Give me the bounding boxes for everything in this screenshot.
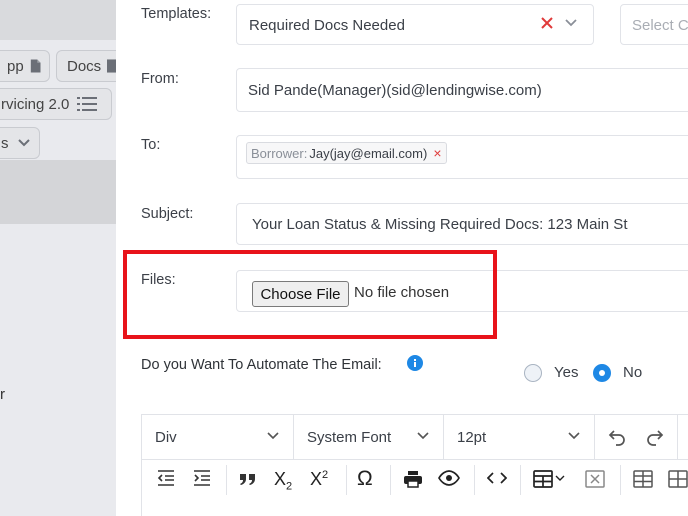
chevron-down-icon xyxy=(267,432,279,440)
subject-field[interactable]: Your Loan Status & Missing Required Docs… xyxy=(236,203,688,245)
to-field[interactable]: Borrower: Jay(jay@email.com) × xyxy=(236,135,688,179)
toolbar-divider xyxy=(226,465,227,495)
recipient-tag: Borrower: Jay(jay@email.com) × xyxy=(246,142,447,164)
from-label: From: xyxy=(141,71,179,87)
to-label: To: xyxy=(141,137,161,153)
font-size-select[interactable]: 12pt xyxy=(444,415,595,459)
document-icon xyxy=(107,59,116,73)
subject-value: Your Loan Status & Missing Required Docs… xyxy=(252,216,628,233)
block-format-value: Div xyxy=(155,428,177,446)
chevron-down-icon xyxy=(417,432,429,440)
chevron-down-icon xyxy=(17,139,30,147)
subscript-icon[interactable]: X2 xyxy=(274,469,292,493)
recipient-tag-value: Jay(jay@email.com) xyxy=(309,145,428,161)
clear-icon[interactable] xyxy=(540,16,554,30)
automate-no-label: No xyxy=(623,364,643,381)
remove-recipient-icon[interactable]: × xyxy=(433,145,441,161)
document-icon xyxy=(30,59,41,73)
chevron-down-icon[interactable] xyxy=(564,18,578,28)
recipient-tag-type: Borrower: xyxy=(251,145,308,161)
source-code-icon[interactable] xyxy=(487,471,507,485)
block-format-select[interactable]: Div xyxy=(142,415,294,459)
automate-yes-radio[interactable] xyxy=(524,364,542,382)
info-icon[interactable] xyxy=(407,355,423,371)
toolbar-divider xyxy=(677,415,678,459)
bg-tab-label: Docs xyxy=(67,57,102,75)
file-input[interactable]: Choose File No file chosen xyxy=(236,270,688,312)
templates-select[interactable]: Required Docs Needed xyxy=(236,4,594,45)
automate-yes-label: Yes xyxy=(554,364,579,381)
special-character-icon[interactable]: Ω xyxy=(357,467,373,491)
chevron-down-icon[interactable] xyxy=(555,475,565,482)
secondary-template-select[interactable]: Select C xyxy=(620,4,688,45)
automate-label: Do you Want To Automate The Email: xyxy=(141,357,382,373)
redo-icon[interactable] xyxy=(645,427,665,447)
secondary-template-placeholder: Select C xyxy=(632,17,688,34)
bg-tab-dropdown[interactable]: s xyxy=(0,127,40,159)
preview-icon[interactable] xyxy=(438,470,460,486)
table-column-icon[interactable] xyxy=(668,470,688,488)
from-field[interactable]: Sid Pande(Manager)(sid@lendingwise.com) xyxy=(236,68,688,112)
subject-label: Subject: xyxy=(141,206,194,222)
choose-file-button[interactable]: Choose File xyxy=(252,281,349,307)
font-family-select[interactable]: System Font xyxy=(294,415,444,459)
outdent-icon[interactable] xyxy=(156,469,176,487)
templates-value: Required Docs Needed xyxy=(249,17,405,34)
font-size-value: 12pt xyxy=(457,428,487,446)
superscript-icon[interactable]: X2 xyxy=(310,469,328,490)
font-family-value: System Font xyxy=(307,428,392,446)
toolbar-divider xyxy=(520,465,521,495)
delete-table-icon[interactable] xyxy=(585,470,605,488)
list-icon xyxy=(77,97,98,111)
editor-toolbar-primary: Div System Font 12pt xyxy=(142,415,688,460)
background-page: pp Docs rvicing 2.0 s r xyxy=(0,0,116,516)
templates-label: Templates: xyxy=(141,6,212,22)
toolbar-divider xyxy=(620,465,621,495)
background-band xyxy=(0,160,116,224)
bg-tab-servicing[interactable]: rvicing 2.0 xyxy=(0,88,112,120)
background-text: r xyxy=(0,386,5,403)
table-row-icon[interactable] xyxy=(633,470,653,488)
blockquote-icon[interactable] xyxy=(238,470,258,486)
editor-toolbar-secondary: X2 X2 Ω xyxy=(142,459,688,497)
indent-icon[interactable] xyxy=(192,469,212,487)
bg-tab-app[interactable]: pp xyxy=(0,50,50,82)
email-modal: Templates: Required Docs Needed Select C… xyxy=(116,0,688,516)
toolbar-divider xyxy=(390,465,391,495)
from-value: Sid Pande(Manager)(sid@lendingwise.com) xyxy=(248,82,542,99)
background-content xyxy=(0,224,116,516)
chevron-down-icon xyxy=(568,432,580,440)
bg-tab-label: pp xyxy=(7,57,24,75)
bg-tab-label: s xyxy=(1,134,9,152)
undo-icon[interactable] xyxy=(607,427,627,447)
toolbar-divider xyxy=(474,465,475,495)
bg-tab-label: rvicing 2.0 xyxy=(1,95,70,113)
automate-label-text: Do you Want To Automate The Email: xyxy=(141,357,382,373)
files-label: Files: xyxy=(141,272,176,288)
automate-no-radio[interactable] xyxy=(593,364,611,382)
print-icon[interactable] xyxy=(403,470,423,488)
bg-tab-docs[interactable]: Docs xyxy=(56,50,116,82)
background-header xyxy=(0,0,116,40)
table-icon[interactable] xyxy=(533,470,553,488)
toolbar-divider xyxy=(346,465,347,495)
rich-text-editor: Div System Font 12pt X2 X2 Ω xyxy=(141,414,688,516)
file-status: No file chosen xyxy=(354,284,450,301)
